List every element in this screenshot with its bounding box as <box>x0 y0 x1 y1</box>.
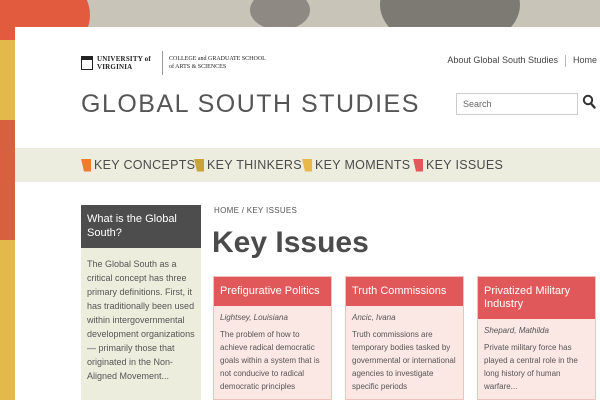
nav-key-concepts[interactable]: KEY CONCEPTS <box>81 158 195 172</box>
sidebar: What is the Global South? The Global Sou… <box>81 205 201 400</box>
logo-divider <box>162 51 163 75</box>
nav-key-thinkers[interactable]: KEY THINKERS <box>194 158 302 172</box>
issue-card[interactable]: Prefigurative Politics Lightsey, Louisia… <box>213 276 332 400</box>
flag-icon <box>413 158 423 172</box>
page-title: Key Issues <box>212 226 369 259</box>
card-text: The problem of how to achieve radical de… <box>220 330 320 391</box>
nav-key-issues[interactable]: KEY ISSUES <box>413 158 503 172</box>
nav-label: KEY CONCEPTS <box>94 158 196 172</box>
nav-label: KEY ISSUES <box>426 158 504 172</box>
nav-label: KEY MOMENTS <box>315 158 411 172</box>
nav-label: KEY THINKERS <box>207 158 302 172</box>
card-author: Ancic, Ivana <box>352 313 396 322</box>
card-title[interactable]: Truth Commissions <box>346 277 463 306</box>
card-text: Truth commissions are temporary bodies t… <box>352 330 456 391</box>
search-input[interactable] <box>456 93 578 115</box>
issue-card[interactable]: Truth Commissions Ancic, Ivana Truth com… <box>345 276 464 400</box>
issue-card[interactable]: Privatized Military Industry Shepard, Ma… <box>477 276 596 400</box>
breadcrumb: HOME / KEY ISSUES <box>214 206 298 215</box>
uva-logo[interactable]: UNIVERSITY of VIRGINIA COLLEGE and GRADU… <box>81 51 269 75</box>
logo-university: UNIVERSITY of VIRGINIA <box>97 55 151 71</box>
top-links: About Global South Studies Home <box>447 55 597 67</box>
about-link[interactable]: About Global South Studies <box>447 55 558 67</box>
card-title[interactable]: Privatized Military Industry <box>478 277 595 319</box>
link-divider <box>564 55 566 67</box>
card-text: Private military force has played a cent… <box>484 343 578 391</box>
card-author: Lightsey, Louisiana <box>220 313 288 322</box>
nav-key-moments[interactable]: KEY MOMENTS <box>302 158 410 172</box>
home-link[interactable]: Home <box>573 55 597 67</box>
flag-icon <box>81 158 91 172</box>
sidebar-text: The Global South as a critical concept h… <box>87 259 195 381</box>
card-title[interactable]: Prefigurative Politics <box>214 277 331 306</box>
card-author: Shepard, Mathilda <box>484 326 549 335</box>
sidebar-title[interactable]: What is the Global South? <box>81 205 201 248</box>
search-icon[interactable] <box>582 94 596 110</box>
flag-icon <box>302 158 312 172</box>
site-title[interactable]: GLOBAL SOUTH STUDIES <box>81 90 420 119</box>
flag-icon <box>194 158 204 172</box>
logo-school: COLLEGE and GRADUATE SCHOOL of ARTS & SC… <box>169 56 266 70</box>
main-panel: UNIVERSITY of VIRGINIA COLLEGE and GRADU… <box>15 27 600 400</box>
rotunda-icon <box>81 56 93 70</box>
main-nav: KEY CONCEPTS KEY THINKERS KEY MOMENTS KE… <box>15 148 600 182</box>
